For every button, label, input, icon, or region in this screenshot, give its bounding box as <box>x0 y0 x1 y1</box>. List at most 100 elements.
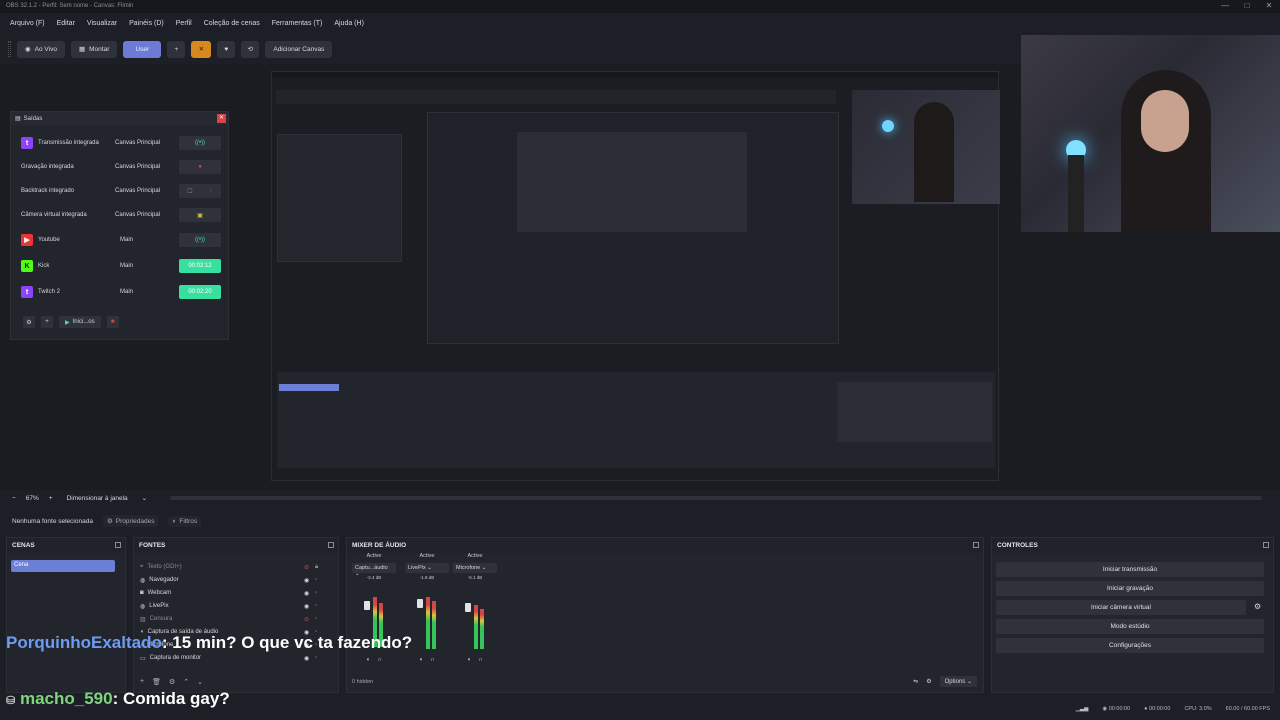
gear-icon[interactable]: ⚙ <box>23 316 35 328</box>
montar-button[interactable]: ▦ Montar <box>70 40 118 58</box>
speaker-icon[interactable]: ◖ <box>467 657 471 663</box>
options-button[interactable]: Options ⌄ <box>939 676 977 687</box>
ao-vivo-button[interactable]: ◉ Ao Vivo <box>17 40 65 58</box>
broadcast-toggle-button[interactable]: ((•)) <box>179 136 221 150</box>
undock-icon[interactable] <box>328 542 334 548</box>
twitch-icon: t <box>21 286 33 298</box>
output-canvas: Canvas Principal <box>115 140 161 146</box>
signal-icon: ▁▃▅ <box>1075 706 1089 712</box>
source-settings-button[interactable]: ⚙ <box>169 678 175 686</box>
eye-icon[interactable]: ◉ <box>304 577 309 584</box>
close-icon[interactable]: ✕ <box>217 114 226 123</box>
studio-mode-button[interactable]: Modo estúdio <box>996 619 1264 634</box>
volume-slider[interactable] <box>364 601 370 610</box>
menu-file[interactable]: Arquivo (F) <box>4 20 51 27</box>
cpu-usage: CPU: 3.0% <box>1184 706 1212 712</box>
broadcast-toggle-button[interactable]: ((•)) <box>179 233 221 247</box>
close-button[interactable]: ✕ <box>1258 0 1280 13</box>
hidden-eye-icon[interactable]: ⊘ <box>304 616 309 623</box>
gear-icon[interactable]: ⚙ <box>1254 602 1261 611</box>
start-all-label: Inici...os <box>72 319 95 325</box>
outputs-dock: ▤ Saídas ✕ t Transmissão integrada Canva… <box>10 111 229 340</box>
virtual-camera-toggle-button[interactable]: ▣ <box>179 208 221 222</box>
add-source-button[interactable]: + <box>140 678 144 686</box>
move-down-button[interactable]: ⌄ <box>197 678 203 686</box>
add-icon[interactable]: + <box>41 316 53 328</box>
lock-icon[interactable]: ▫ <box>315 590 317 596</box>
mixer-channel: Active Microfone ⌄ -5.1 dB ◖ ∩ <box>453 553 497 673</box>
source-item[interactable]: ▨ Censura ⊘ ▫ <box>140 613 320 625</box>
live-timer-button[interactable]: 00:02:12 <box>179 259 221 273</box>
maximize-button[interactable]: □ <box>1236 0 1258 13</box>
mixer-footer: ⇋ ⚙ Options ⌄ <box>913 676 977 687</box>
remove-source-button[interactable]: 🗑︎ <box>152 678 161 686</box>
sources-dock: FONTES ⌖ Texto (GDI+) ⊘ 🔒︎ ◍ Navegador ◉ ▫ ◙ We… <box>133 537 339 693</box>
minimize-button[interactable]: — <box>1214 0 1236 13</box>
undock-icon[interactable] <box>973 542 979 548</box>
user-button[interactable]: User <box>123 40 162 58</box>
menu-view[interactable]: Visualizar <box>81 20 123 27</box>
source-item[interactable]: ◍ Navegador ◉ ▫ <box>140 574 320 586</box>
channel-select[interactable]: Microfone ⌄ <box>453 563 497 573</box>
source-item[interactable]: ◙ Webcam ◉ ▫ <box>140 587 320 599</box>
output-row: t Twitch 2 Main 00:02:20 <box>21 283 221 301</box>
record-toggle-button[interactable]: ● <box>179 160 221 174</box>
menu-help[interactable]: Ajuda (H) <box>328 20 370 27</box>
menu-scene-collection[interactable]: Coleção de cenas <box>198 20 266 27</box>
menu-profile[interactable]: Perfil <box>170 20 198 27</box>
headphones-icon[interactable]: ∩ <box>479 657 483 663</box>
source-item[interactable]: ◍ LivePix ◉ ▫ <box>140 600 320 612</box>
filters-button[interactable]: ◐ Filtros <box>168 515 202 527</box>
output-canvas: Canvas Principal <box>115 188 161 194</box>
undock-icon[interactable] <box>115 542 121 548</box>
channel-status: Active <box>366 553 382 559</box>
adicionar-canvas-button[interactable]: Adicionar Canvas <box>265 40 333 58</box>
outputs-icon: ▤ <box>15 116 21 122</box>
output-row: ▶ Youtube Main ((•)) <box>21 231 221 249</box>
zoom-in-button[interactable]: + <box>49 495 53 502</box>
eye-icon[interactable]: ◉ <box>304 603 309 610</box>
menu-tools[interactable]: Ferramentas (T) <box>266 20 329 27</box>
volume-slider[interactable] <box>417 599 423 608</box>
checkbox-icon[interactable]: ☐ <box>187 188 192 195</box>
lock-icon[interactable]: ▫ <box>315 577 317 583</box>
refresh-icon[interactable]: ⟲ <box>241 40 260 58</box>
settings-button[interactable]: Configurações <box>996 638 1264 653</box>
controls-header: CONTROLES <box>992 538 1273 553</box>
start-all-button[interactable]: ▶ Inici...os <box>59 316 101 328</box>
backtrack-toggle-button[interactable]: ☐ ◌ <box>179 184 221 198</box>
chat-username: macho_590 <box>19 689 113 708</box>
menu-edit[interactable]: Editar <box>51 20 81 27</box>
toolbar-grip[interactable] <box>8 41 11 57</box>
sliders-icon[interactable]: ⇋ <box>913 678 918 685</box>
zoom-out-button[interactable]: − <box>12 495 16 502</box>
scene-item[interactable]: Cena <box>11 560 115 572</box>
tools-icon[interactable]: ✕ <box>191 40 212 58</box>
start-streaming-button[interactable]: Iniciar transmissão <box>996 562 1264 577</box>
undock-icon[interactable] <box>1263 542 1269 548</box>
move-up-button[interactable]: ⌃ <box>183 678 189 686</box>
lock-icon[interactable]: ▫ <box>315 616 317 622</box>
hidden-eye-icon[interactable]: ⊘ <box>304 564 309 571</box>
zoom-mode-select[interactable]: Dimensionar à janela <box>63 495 132 502</box>
stream-time: ◉ 00:00:00 <box>1102 706 1130 712</box>
eye-icon[interactable]: ◉ <box>304 590 309 597</box>
menu-docks[interactable]: Painéis (D) <box>123 20 170 27</box>
output-name: Backtrack integrado <box>21 188 75 194</box>
zoom-scroll-track[interactable] <box>170 496 1262 500</box>
properties-button[interactable]: ⚙ Propriedades <box>102 515 159 527</box>
heart-icon[interactable]: ♥ <box>217 40 236 58</box>
volume-slider[interactable] <box>465 603 471 612</box>
lock-icon[interactable]: 🔒︎ <box>315 564 318 571</box>
lock-icon[interactable]: ▫ <box>315 603 317 609</box>
add-canvas-plus-button[interactable]: + <box>167 40 186 58</box>
headphones-icon[interactable]: ∩ <box>431 657 435 663</box>
channel-select[interactable]: LivePix ⌄ <box>405 563 449 573</box>
source-item[interactable]: ⌖ Texto (GDI+) ⊘ 🔒︎ <box>140 561 320 573</box>
stop-icon[interactable]: ■ <box>106 316 119 328</box>
start-virtual-camera-button[interactable]: Iniciar câmera virtual <box>996 600 1246 615</box>
channel-select[interactable]: Captu...áudio ⌄ <box>352 563 396 577</box>
gear-icon[interactable]: ⚙ <box>926 678 931 685</box>
live-timer-button[interactable]: 00:02:20 <box>179 285 221 299</box>
start-recording-button[interactable]: Iniciar gravação <box>996 581 1264 596</box>
